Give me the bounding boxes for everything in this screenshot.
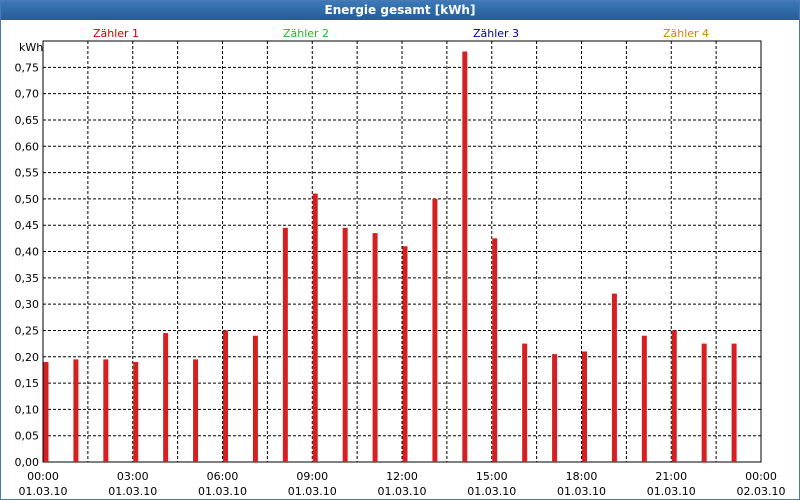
bar [312, 193, 318, 463]
bar [522, 343, 528, 462]
x-tick-date: 01.03.10 [108, 485, 157, 498]
y-tick-label: 0,40 [15, 246, 40, 259]
y-tick-label: 0,20 [15, 351, 40, 364]
y-axis-label: kWh [19, 41, 43, 54]
x-tick-date: 01.03.10 [467, 485, 516, 498]
y-tick-label: 0,15 [15, 377, 40, 390]
y-tick-label: 0,35 [15, 272, 40, 285]
x-tick-time: 03:00 [117, 470, 149, 483]
y-tick-label: 0,75 [15, 61, 40, 74]
bar [223, 330, 228, 462]
x-tick-time: 00:00 [27, 470, 59, 483]
y-tick-label: 0,05 [15, 430, 40, 443]
x-tick-date: 01.03.10 [19, 485, 68, 498]
bar [282, 227, 288, 462]
x-tick-time: 12:00 [386, 470, 418, 483]
x-tick-date: 01.03.10 [378, 485, 427, 498]
x-tick-time: 00:00 [745, 470, 777, 483]
bar [462, 51, 468, 463]
y-tick-label: 0,50 [15, 193, 40, 206]
bar [73, 359, 79, 462]
chart-window: Energie gesamt [kWh] Zähler 1 Zähler 2 Z… [0, 0, 800, 500]
x-tick-time: 06:00 [207, 470, 239, 483]
y-tick-label: 0,55 [15, 167, 40, 180]
y-tick-label: 0,65 [15, 114, 40, 127]
bar [552, 354, 558, 462]
bar [701, 343, 707, 462]
y-tick-label: 0,70 [15, 88, 40, 101]
y-tick-label: 0,25 [15, 324, 40, 337]
x-tick-date: 01.03.10 [557, 485, 606, 498]
bar [402, 246, 408, 462]
bar [163, 333, 169, 462]
y-tick-label: 0,45 [15, 219, 40, 232]
bar [103, 359, 109, 462]
x-tick-date: 01.03.10 [647, 485, 696, 498]
bar [342, 227, 348, 462]
bar [731, 343, 737, 462]
bar [432, 198, 438, 462]
bar [133, 362, 139, 462]
x-tick-date: 02.03.10 [737, 485, 786, 498]
x-tick-date: 01.03.10 [288, 485, 337, 498]
bar [43, 362, 49, 462]
x-tick-time: 18:00 [566, 470, 598, 483]
bar [671, 330, 677, 462]
bar [372, 233, 378, 462]
bar [252, 335, 258, 462]
bar [492, 238, 498, 462]
bar [641, 335, 647, 462]
y-tick-label: 0,60 [15, 140, 40, 153]
y-tick-label: 0,10 [15, 403, 40, 416]
x-tick-time: 09:00 [296, 470, 328, 483]
y-tick-label: 0,30 [15, 298, 40, 311]
chart-area: 0,00 0,05 0,10 0,15 0,20 0,25 0,30 0,35 0,40 0,45… [15, 40, 786, 498]
bar [193, 359, 199, 462]
bar [582, 351, 587, 462]
x-tick-date: 01.03.10 [198, 485, 247, 498]
bar [611, 293, 617, 462]
x-tick-time: 15:00 [476, 470, 508, 483]
x-tick-time: 21:00 [655, 470, 687, 483]
y-tick-label: 0,00 [15, 456, 40, 469]
